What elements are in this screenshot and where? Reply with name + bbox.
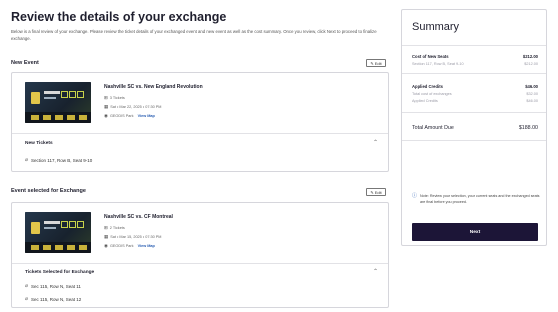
cost-detail-row: Section 117, Row B, Seat 9-10 $212.00 (412, 62, 538, 66)
venue-name: GEODIS Park (109, 114, 134, 118)
exchange-tickets-heading: Tickets Selected for Exchange (25, 270, 95, 275)
event-date: Sat • Mar 22, 2025 • 07:30 PM (110, 105, 162, 109)
credit-sub-value: $32.00 (526, 92, 538, 96)
chevron-up-icon[interactable]: ⌃ (373, 139, 378, 146)
seat-icon: ⌀ (25, 283, 29, 289)
page-title: Review the details of your exchange (11, 10, 227, 24)
new-event-tickets: ⊞ 3 Tickets (104, 95, 125, 101)
new-event-date: ▦ Sat • Mar 22, 2025 • 07:30 PM (104, 104, 161, 110)
seat-label: Sec 115, Row N, Seat 12 (31, 296, 82, 302)
tickets-count: 2 Tickets (109, 226, 125, 230)
venue-name: GEODIS Park (109, 244, 134, 248)
exchange-event-venue: ◉ GEODIS Park View Map (104, 243, 155, 249)
edit-label: Edit (374, 60, 382, 66)
cost-label: Cost of New Seats (412, 54, 449, 59)
location-pin-icon: ◉ (104, 243, 108, 248)
divider (402, 140, 546, 141)
credit-label: Applied Credits (412, 84, 443, 89)
cost-detail-value: $212.00 (524, 62, 538, 66)
ticket-icon: ⊞ (104, 95, 108, 100)
divider (402, 73, 546, 74)
seat-label: Section 117, Row B, Seat 9-10 (31, 157, 93, 163)
exchange-event-card: Nashville SC vs. CF Montreal ⊞ 2 Tickets… (11, 202, 389, 308)
view-map-link[interactable]: View Map (138, 114, 155, 118)
calendar-icon: ▦ (104, 104, 109, 109)
new-tickets-heading: New Tickets (25, 141, 53, 146)
new-event-name: Nashville SC vs. New England Revolution (104, 84, 203, 90)
exchange-ticket-seat: ⌀ Sec 115, Row N, Seat 12 (25, 296, 81, 302)
divider (12, 263, 388, 264)
cost-detail-label: Section 117, Row B, Seat 9-10 (412, 62, 464, 66)
divider (402, 112, 546, 113)
credit-sub-label: Applied Credits (412, 99, 438, 103)
divider (402, 45, 546, 46)
calendar-icon: ▦ (104, 234, 109, 239)
exchange-event-date: ▦ Sat • Mar 15, 2025 • 07:30 PM (104, 234, 161, 240)
seat-icon: ⌀ (25, 296, 29, 302)
exchange-event-name: Nashville SC vs. CF Montreal (104, 214, 173, 220)
summary-panel: Summary Cost of New Seats $212.00 Sectio… (401, 9, 547, 246)
view-map-link[interactable]: View Map (138, 244, 155, 248)
summary-note: ⓘ Note: Review your selection, your curr… (412, 193, 540, 205)
new-event-card: Nashville SC vs. New England Revolution … (11, 72, 389, 172)
exchange-event-image (25, 212, 91, 253)
total-value: $188.00 (518, 125, 538, 131)
tickets-count: 3 Tickets (109, 96, 125, 100)
exchange-event-heading: Event selected for Exchange (11, 188, 86, 194)
edit-label: Edit (374, 189, 382, 195)
exchange-event-tickets: ⊞ 2 Tickets (104, 225, 125, 231)
credit-sub-value: $46.00 (526, 99, 538, 103)
pencil-icon: ✎ (370, 189, 374, 195)
new-ticket-seat: ⌀ Section 117, Row B, Seat 9-10 (25, 157, 92, 163)
pencil-icon: ✎ (370, 60, 374, 66)
chevron-up-icon[interactable]: ⌃ (373, 268, 378, 275)
new-event-heading: New Event (11, 60, 39, 66)
new-event-image (25, 82, 91, 123)
seat-icon: ⌀ (25, 157, 29, 163)
credit-sub-row: Total cost of exchanges $32.00 (412, 92, 538, 96)
note-text: Note: Review your selection, your curren… (420, 194, 540, 204)
applied-credits-row: Applied Credits $46.00 (412, 84, 538, 89)
cost-value: $212.00 (522, 54, 538, 59)
ticket-icon: ⊞ (104, 225, 108, 230)
edit-new-event-button[interactable]: ✎ Edit (366, 59, 386, 67)
event-date: Sat • Mar 15, 2025 • 07:30 PM (110, 235, 162, 239)
new-event-venue: ◉ GEODIS Park View Map (104, 113, 155, 119)
total-amount-row: Total Amount Due $188.00 (412, 125, 538, 131)
location-pin-icon: ◉ (104, 113, 108, 118)
divider (12, 133, 388, 134)
next-button[interactable]: Next (412, 223, 538, 241)
cost-new-seats-row: Cost of New Seats $212.00 (412, 54, 538, 59)
credit-value: $46.00 (525, 84, 538, 89)
total-label: Total Amount Due (412, 125, 454, 131)
info-icon: ⓘ (412, 193, 418, 199)
page-intro: Below is a final review of your exchange… (11, 29, 377, 41)
seat-label: Sec 115, Row N, Seat 11 (31, 283, 81, 289)
edit-exchange-event-button[interactable]: ✎ Edit (366, 188, 386, 196)
exchange-ticket-seat: ⌀ Sec 115, Row N, Seat 11 (25, 283, 81, 289)
credit-sub-row: Applied Credits $46.00 (412, 99, 538, 103)
credit-sub-label: Total cost of exchanges (412, 92, 452, 96)
summary-title: Summary (412, 21, 460, 33)
